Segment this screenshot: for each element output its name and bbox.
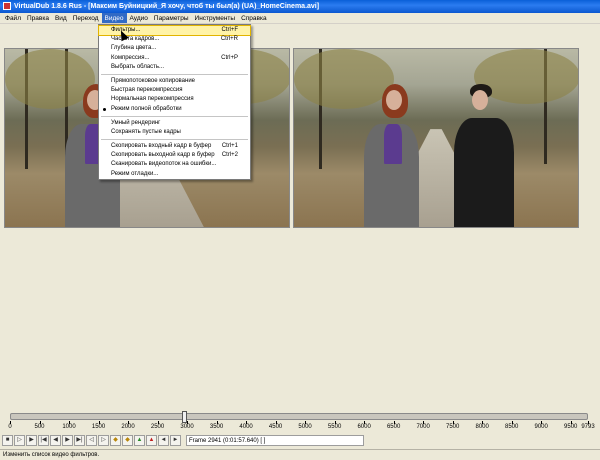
timeline-tick-label: 2000	[121, 424, 135, 430]
mark-in-icon[interactable]: ▲	[134, 435, 145, 446]
play-output-icon[interactable]: ▶	[26, 435, 37, 446]
radio-bullet-icon	[103, 107, 106, 111]
scene-rewind-icon[interactable]: ◆	[110, 435, 121, 446]
menu-separator	[101, 115, 248, 117]
mark-out-icon[interactable]: ▲	[146, 435, 157, 446]
menu-edit[interactable]: Правка	[24, 13, 52, 23]
menu-item-direct-copy[interactable]: Прямопотоковое копирование	[99, 77, 250, 86]
timeline-tick-label: 4500	[268, 424, 283, 430]
menu-item-copy-output[interactable]: Скопировать выходной кадр в буфер Ctrl+2	[99, 151, 250, 160]
mark-in-key-icon[interactable]: ◄	[158, 435, 169, 446]
window-title: VirtualDub 1.8.6 Rus - [Максим Буйницкий…	[14, 3, 320, 10]
stop-icon[interactable]: ■	[2, 435, 13, 446]
scene-forward-icon[interactable]: ◆	[122, 435, 133, 446]
menu-item-error-mode[interactable]: Режим отладки...	[99, 170, 250, 179]
app-icon	[3, 2, 11, 10]
timeline-tick-label: 3500	[209, 424, 224, 430]
frame-indicator: Frame 2941 (0:01:57.640) [ ]	[186, 435, 364, 446]
menu-go[interactable]: Переход	[70, 13, 102, 23]
video-menu-dropdown: Фильтры... Ctrl+F Частота кадров... Ctrl+R…	[98, 24, 251, 180]
timeline-tick-label: 4000	[239, 424, 253, 430]
menu-separator	[101, 73, 248, 75]
timeline-tick-label: 3000	[180, 424, 194, 430]
timeline-tick-label: 2500	[150, 424, 165, 430]
next-frame-icon[interactable]: ▶	[62, 435, 73, 446]
timeline-tick-label: 6000	[357, 424, 371, 430]
menu-item-fast-recompress[interactable]: Быстрая перекомпрессия	[99, 86, 250, 95]
timeline-tick-label: 5500	[327, 424, 342, 430]
menu-file[interactable]: Файл	[2, 13, 24, 23]
timeline-tick-label: 9000	[534, 424, 548, 430]
timeline-ticks: 0 500 1000 1500 2000 2500 3000 3500 4000 4500 5000…	[8, 421, 595, 433]
status-bar: Изменить список видео фильтров.	[0, 449, 600, 460]
workarea	[0, 25, 600, 410]
menu-view[interactable]: Вид	[52, 13, 70, 23]
timeline-tick-label: 9500	[564, 424, 578, 430]
next-key-icon[interactable]: ▷	[98, 435, 109, 446]
timeline-track[interactable]	[10, 411, 588, 423]
menubar: Файл Правка Вид Переход Видео Аудио Пара…	[0, 13, 600, 24]
go-end-icon[interactable]: ▶|	[74, 435, 85, 446]
timeline-tick-label: 7000	[416, 424, 430, 430]
menu-item-normal-recompress[interactable]: Нормальная перекомпрессия	[99, 95, 250, 104]
menu-item-smart-render[interactable]: Умный рендеринг	[99, 119, 250, 128]
menu-options[interactable]: Параметры	[151, 13, 192, 23]
mark-out-key-icon[interactable]: ►	[170, 435, 181, 446]
play-input-icon[interactable]: ▷	[14, 435, 25, 446]
menu-item-preserve-empty[interactable]: Сохранять пустые кадры	[99, 128, 250, 137]
menu-audio[interactable]: Аудио	[127, 13, 151, 23]
video-frame-output	[294, 49, 578, 227]
menu-item-compression[interactable]: Компрессия... Ctrl+P	[99, 54, 250, 63]
prev-frame-icon[interactable]: ◀	[50, 435, 61, 446]
menu-tools[interactable]: Инструменты	[192, 13, 239, 23]
go-start-icon[interactable]: |◀	[38, 435, 49, 446]
timeline-tick-label: 8000	[475, 424, 489, 430]
timeline-tick-label: 0	[8, 424, 12, 430]
timeline-tick-label: 7500	[445, 424, 460, 430]
menu-item-scan-errors[interactable]: Сканировать видеопоток на ошибки...	[99, 160, 250, 169]
timeline-tick-label: 500	[34, 424, 45, 430]
timeline-tick-label: 5000	[298, 424, 312, 430]
output-video-pane[interactable]	[293, 48, 579, 228]
timeline-tick-label: 1000	[62, 424, 76, 430]
playback-toolbar: ■ ▷ ▶ |◀ ◀ ▶ ▶| ◁ ▷ ◆ ◆ ▲ ▲ ◄ ►	[2, 435, 181, 447]
menu-video[interactable]: Видео	[101, 13, 127, 23]
menu-item-select-range[interactable]: Выбрать область...	[99, 63, 250, 72]
prev-key-icon[interactable]: ◁	[86, 435, 97, 446]
menu-help[interactable]: Справка	[238, 13, 270, 23]
window-titlebar: VirtualDub 1.8.6 Rus - [Максим Буйницкий…	[0, 0, 600, 13]
timeline-tick-label: 8500	[504, 424, 519, 430]
menu-item-copy-source[interactable]: Скопировать входный кадр в буфер Ctrl+1	[99, 142, 250, 151]
menu-separator	[101, 139, 248, 141]
timeline-tick-label: 9793	[581, 424, 595, 430]
timeline-tick-label: 1500	[91, 424, 106, 430]
timeline-tick-label: 6500	[386, 424, 401, 430]
menu-item-color-depth[interactable]: Глубина цвета...	[99, 44, 250, 53]
menu-item-full-processing[interactable]: Режим полной обработки	[99, 105, 250, 114]
